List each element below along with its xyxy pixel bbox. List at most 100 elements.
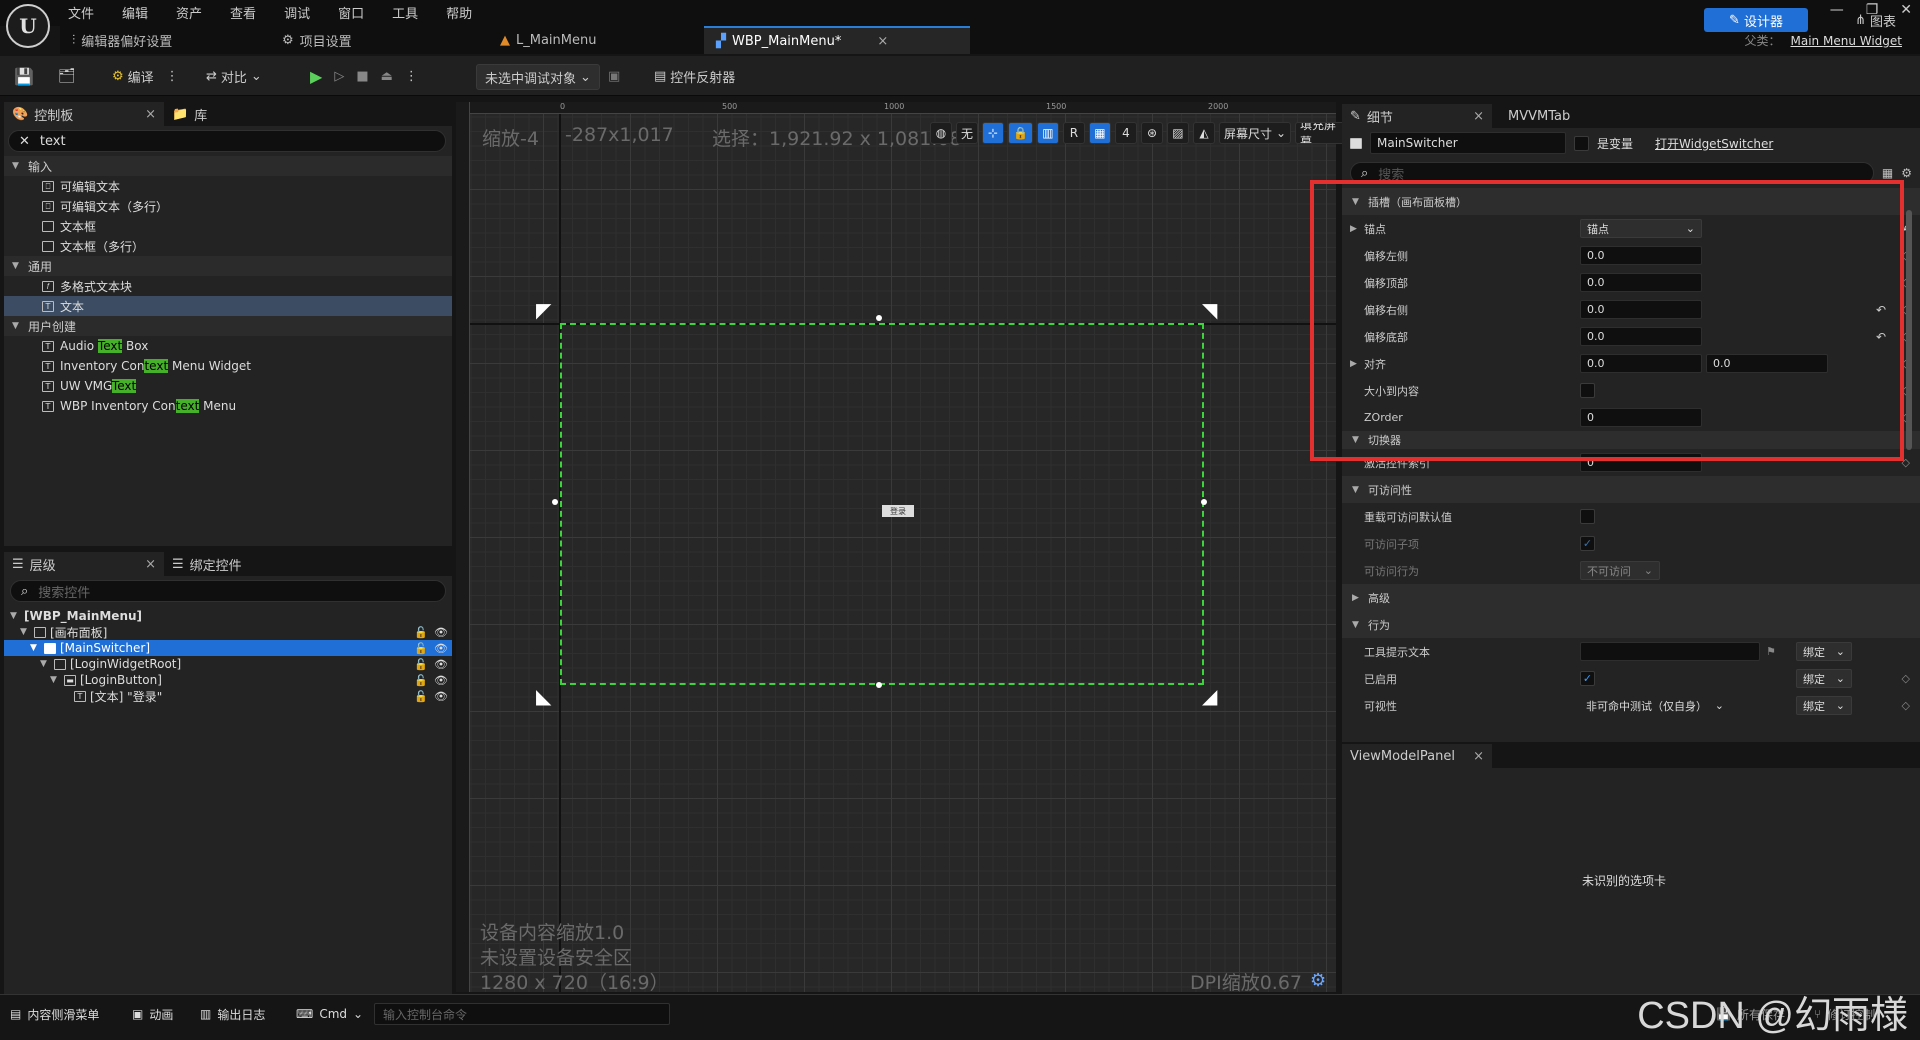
menu-tools[interactable]: 工具 — [392, 3, 418, 22]
close-tab-icon[interactable]: × — [1473, 109, 1484, 124]
tree-row[interactable]: ▼ [WBP_MainMenu] — [4, 608, 452, 624]
close-window-button[interactable]: ✕ — [1900, 2, 1912, 18]
tab-palette[interactable]: 🎨 控制板 × — [4, 102, 164, 126]
grid-size[interactable]: 4 — [1114, 122, 1137, 144]
open-widget-switcher-link[interactable]: 打开WidgetSwitcher — [1655, 135, 1773, 152]
tooltip-input[interactable] — [1580, 642, 1760, 661]
designer-mode-button[interactable]: ✎ 设计器 — [1704, 8, 1808, 32]
lock-icon[interactable]: 🔓 — [414, 658, 428, 671]
tab-widget-blueprint[interactable]: ▞ WBP_MainMenu* × — [704, 26, 970, 54]
parent-class-link[interactable]: Main Menu Widget — [1791, 34, 1902, 48]
eye-icon[interactable]: 👁 — [434, 690, 448, 703]
category-input[interactable]: ▼ 输入 — [4, 156, 452, 176]
tab-hierarchy[interactable]: ☰ 层级 × — [4, 552, 164, 576]
lock-icon[interactable]: 🔓 — [414, 674, 428, 687]
close-tab-icon[interactable]: × — [877, 34, 888, 49]
lock-icon[interactable]: 🔓 — [414, 626, 428, 639]
console-command-input[interactable]: 输入控制台命令 — [374, 1003, 670, 1025]
image-icon[interactable]: ▨ — [1166, 122, 1189, 144]
palette-search-input[interactable]: ✕ text — [8, 130, 446, 152]
tab-editor-preferences[interactable]: ⫶ 编辑器偏好设置 — [60, 26, 184, 54]
anchor-handle-icon[interactable]: ◣ — [536, 684, 562, 710]
is-variable-checkbox[interactable] — [1574, 135, 1589, 151]
menu-file[interactable]: 文件 — [68, 3, 94, 22]
dpi-settings-gear-icon[interactable]: ⚙ — [1310, 970, 1326, 991]
respect-locks-toggle[interactable]: R — [1062, 122, 1085, 144]
output-log-button[interactable]: ▥ 输出日志 — [200, 1003, 265, 1025]
category-advanced[interactable]: ▶ 高级 — [1342, 584, 1920, 611]
anchor-handle-icon[interactable]: ◤ — [536, 298, 562, 324]
anchor-handle-icon[interactable]: ◢ — [1202, 684, 1228, 710]
tab-project-settings[interactable]: ⚙ 项目设置 — [270, 26, 364, 54]
step-icon[interactable]: ▷ — [334, 69, 344, 84]
resize-handle[interactable] — [552, 499, 558, 505]
widget-name-input[interactable]: MainSwitcher — [1370, 132, 1566, 154]
play-icon[interactable]: ▶ — [310, 67, 322, 86]
settings-gear-icon[interactable]: ⚙ — [1901, 166, 1912, 180]
resize-handle[interactable] — [1201, 499, 1207, 505]
cmd-dropdown[interactable]: ⌨ Cmd ⌄ — [296, 1003, 363, 1025]
tree-row-selected[interactable]: ▼ [MainSwitcher] 🔓 👁 — [4, 640, 452, 656]
resize-handle[interactable] — [876, 682, 882, 688]
palette-item[interactable]: 文本框 — [4, 216, 452, 236]
close-tab-icon[interactable]: × — [145, 107, 156, 122]
cursor-icon[interactable]: ⊛ — [1140, 122, 1163, 144]
tab-level[interactable]: ▲ L_MainMenu — [488, 26, 608, 54]
keyframe-diamond-icon[interactable]: ◇ — [1902, 699, 1910, 712]
menu-view[interactable]: 查看 — [230, 3, 256, 22]
widget-reflector-button[interactable]: ▤ 控件反射器 — [654, 64, 735, 88]
bind-dropdown[interactable]: 绑定 ⌄ — [1796, 696, 1852, 715]
debug-browse-icon[interactable]: ▣ — [608, 64, 620, 88]
hierarchy-search-input[interactable]: ⌕ 搜索控件 — [10, 580, 446, 602]
override-accessible-checkbox[interactable] — [1580, 509, 1595, 524]
details-scrollbar[interactable] — [1906, 210, 1912, 450]
bind-dropdown[interactable]: 绑定 ⌄ — [1796, 642, 1852, 661]
bind-dropdown[interactable]: 绑定 ⌄ — [1796, 669, 1852, 688]
resize-handle[interactable] — [876, 315, 882, 321]
eye-icon[interactable]: 👁 — [434, 626, 448, 639]
category-behavior[interactable]: ▼ 行为 — [1342, 611, 1920, 638]
menu-help[interactable]: 帮助 — [446, 3, 472, 22]
move-icon[interactable]: ⊹ — [982, 122, 1005, 144]
diff-button[interactable]: ⇄ 对比 ⌄ — [206, 64, 262, 88]
palette-item[interactable]: T Audio Text Box — [4, 336, 452, 356]
palette-item[interactable]: ⎕ 可编辑文本 — [4, 176, 452, 196]
table-view-icon[interactable]: ▦ — [1882, 166, 1893, 180]
tree-row[interactable]: ▼ ▬ [LoginButton] 🔓 👁 — [4, 672, 452, 688]
menu-window[interactable]: 窗口 — [338, 3, 364, 22]
category-accessibility[interactable]: ▼ 可访问性 — [1342, 476, 1920, 503]
tab-library[interactable]: 📁 库 — [164, 102, 215, 126]
palette-item[interactable]: T Inventory Context Menu Widget — [4, 356, 452, 376]
compile-button[interactable]: ⚙ 编译 ⋮ — [112, 64, 179, 88]
tab-mvvm[interactable]: MVVMTab — [1500, 104, 1578, 128]
palette-item[interactable]: T UW VMGText — [4, 376, 452, 396]
close-tab-icon[interactable]: × — [145, 557, 156, 572]
palette-item[interactable]: ⎕ 可编辑文本（多行） — [4, 196, 452, 216]
more-options-icon[interactable]: ⋮ — [405, 69, 418, 84]
browse-button[interactable]: 🗂 — [58, 64, 76, 88]
category-user-created[interactable]: ▼ 用户创建 — [4, 316, 452, 336]
enabled-checkbox[interactable]: ✓ — [1580, 671, 1595, 686]
menu-edit[interactable]: 编辑 — [122, 3, 148, 22]
eye-icon[interactable]: 👁 — [434, 642, 448, 655]
palette-item-selected[interactable]: T 文本 — [4, 296, 452, 316]
menu-asset[interactable]: 资产 — [176, 3, 202, 22]
anchor-handle-icon[interactable]: ◥ — [1202, 298, 1228, 324]
eye-icon[interactable]: 👁 — [434, 658, 448, 671]
keyframe-diamond-icon[interactable]: ◇ — [1902, 672, 1910, 685]
eject-icon[interactable]: ⏏ — [381, 69, 393, 84]
screen-size-dropdown[interactable]: 屏幕尺寸 ⌄ — [1218, 122, 1292, 144]
palette-item[interactable]: 𝑓 多格式文本块 — [4, 276, 452, 296]
contrast-icon[interactable]: ◭ — [1192, 122, 1215, 144]
palette-item[interactable]: 文本框（多行） — [4, 236, 452, 256]
more-options-icon[interactable]: ⋮ — [166, 69, 179, 84]
tree-row[interactable]: ▼ [画布面板] 🔓 👁 — [4, 624, 452, 640]
tree-row[interactable]: ▼ [LoginWidgetRoot] 🔓 👁 — [4, 656, 452, 672]
graph-mode-button[interactable]: ⋔ 图表 — [1855, 8, 1896, 32]
category-common[interactable]: ▼ 通用 — [4, 256, 452, 276]
login-button-preview[interactable]: 登录 — [882, 505, 914, 517]
flag-icon[interactable]: ⚑ — [1766, 645, 1776, 658]
animation-button[interactable]: ▣ 动画 — [132, 1003, 173, 1025]
localization-none[interactable]: 无 — [956, 122, 979, 144]
unreal-logo-icon[interactable]: U — [6, 4, 50, 48]
